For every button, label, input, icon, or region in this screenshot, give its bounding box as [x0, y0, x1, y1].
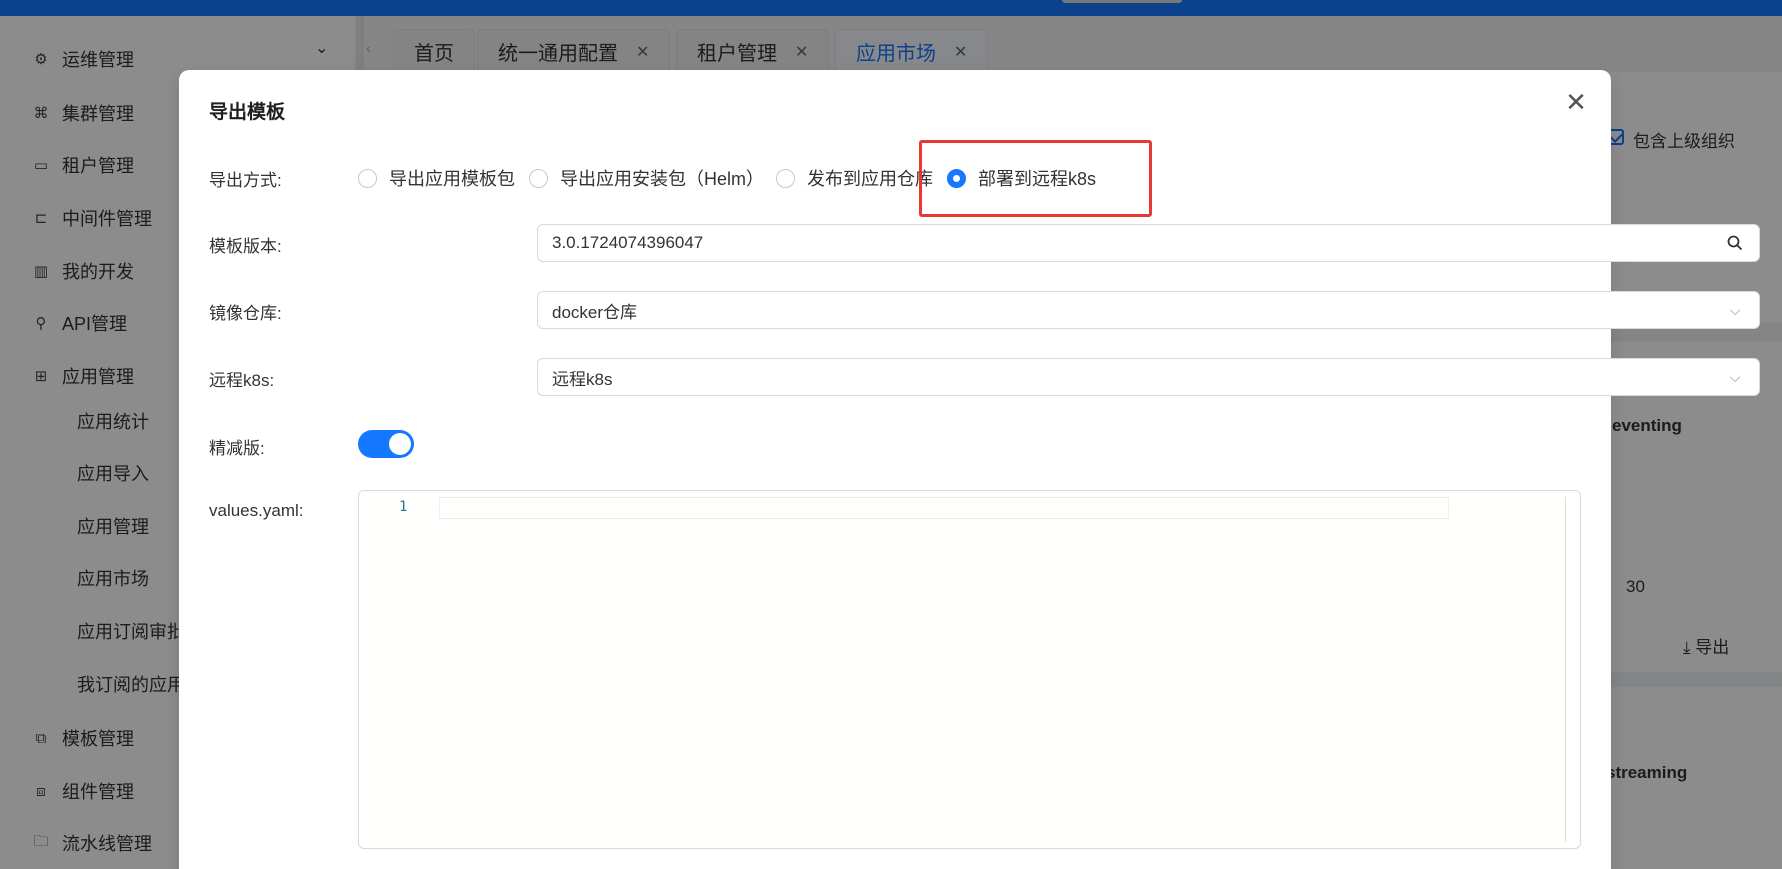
- template-version-value: 3.0.1724074396047: [552, 233, 704, 252]
- remote-k8s-select[interactable]: 远程k8s ⌵: [537, 358, 1760, 396]
- radio-publish-to-repo[interactable]: 发布到应用仓库: [776, 160, 933, 196]
- editor-scrollbar[interactable]: [1565, 497, 1566, 842]
- lite-version-switch[interactable]: [358, 430, 414, 458]
- close-icon[interactable]: ✕: [1561, 87, 1591, 117]
- values-yaml-editor[interactable]: 1: [358, 490, 1581, 849]
- chevron-down-icon: ⌵: [1729, 368, 1741, 385]
- lite-version-label: 精减版:: [209, 439, 265, 458]
- radio-label: 部署到远程k8s: [978, 169, 1097, 189]
- radio-label: 发布到应用仓库: [807, 169, 933, 189]
- export-method-label: 导出方式:: [209, 171, 282, 190]
- line-number: 1: [399, 499, 408, 515]
- values-yaml-label: values.yaml:: [209, 501, 304, 520]
- image-repo-value: docker仓库: [552, 302, 638, 322]
- remote-k8s-label: 远程k8s:: [209, 371, 275, 390]
- image-repo-label: 镜像仓库:: [209, 304, 282, 323]
- remote-k8s-value: 远程k8s: [552, 369, 613, 389]
- radio-circle: [776, 168, 795, 188]
- radio-label: 导出应用模板包: [389, 169, 515, 189]
- radio-circle: [529, 168, 548, 188]
- template-version-label: 模板版本:: [209, 237, 282, 256]
- modal-title: 导出模板: [209, 102, 286, 123]
- radio-circle: [358, 168, 377, 188]
- radio-export-helm-package[interactable]: 导出应用安装包（Helm）: [529, 160, 764, 196]
- search-icon[interactable]: [1725, 233, 1745, 253]
- radio-circle: [947, 168, 966, 188]
- chevron-down-icon: ⌵: [1729, 301, 1741, 318]
- template-version-input[interactable]: 3.0.1724074396047: [537, 224, 1760, 262]
- image-repo-select[interactable]: docker仓库 ⌵: [537, 291, 1760, 329]
- radio-export-template-package[interactable]: 导出应用模板包: [358, 160, 515, 196]
- switch-knob: [389, 433, 411, 455]
- current-line-highlight: [439, 497, 1449, 519]
- radio-deploy-remote-k8s[interactable]: 部署到远程k8s: [947, 160, 1096, 196]
- radio-label: 导出应用安装包（Helm）: [560, 169, 765, 189]
